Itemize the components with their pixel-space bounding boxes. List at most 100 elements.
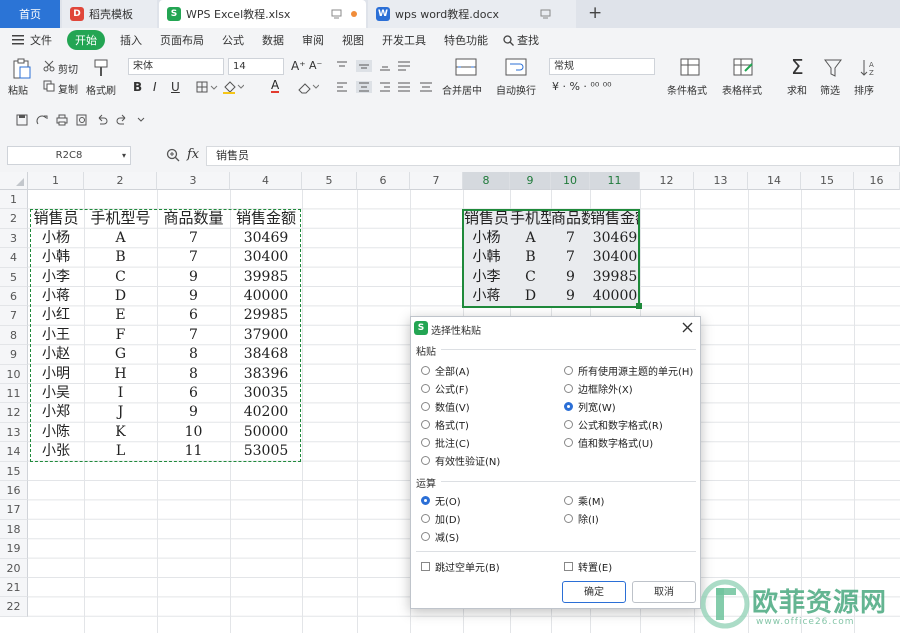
underline-button[interactable]: U (171, 80, 180, 94)
font-family-select[interactable]: 宋体 (128, 58, 224, 75)
table-style-icon[interactable] (733, 58, 753, 78)
name-box[interactable]: R2C8 ▾ (7, 146, 131, 165)
window-icon[interactable] (540, 9, 551, 19)
currency-format-button[interactable]: ¥ · % · ⁰⁰ ⁰⁰ (552, 80, 612, 93)
sort-button[interactable]: 排序 (854, 82, 874, 97)
column-header[interactable]: 1 (28, 172, 84, 190)
radio-option[interactable]: 值和数字格式(U) (564, 435, 653, 450)
filter-icon[interactable] (824, 59, 842, 77)
window-icon[interactable] (331, 9, 342, 19)
tab-excel-file[interactable]: S WPS Excel教程.xlsx (159, 0, 366, 28)
menu-search[interactable]: 查找 (514, 32, 548, 48)
column-header[interactable]: 2 (84, 172, 157, 190)
cut-button[interactable]: 剪切 (58, 61, 78, 76)
wrap-text-icon[interactable] (505, 58, 527, 78)
radio-option[interactable]: 公式(F) (421, 381, 469, 396)
table-style-button[interactable]: 表格样式 (722, 82, 762, 97)
skip-blanks-checkbox[interactable]: 跳过空单元(B) (421, 559, 500, 574)
sum-icon[interactable]: Σ (791, 55, 804, 79)
save-icon[interactable] (16, 114, 28, 126)
radio-option[interactable]: 乘(M) (564, 493, 604, 508)
column-header[interactable]: 10 (551, 172, 590, 190)
sum-button[interactable]: 求和 (787, 82, 807, 97)
row-header[interactable]: 21 (0, 578, 28, 598)
tab-home[interactable]: 首页 (0, 0, 60, 28)
row-header[interactable]: 1 (0, 190, 28, 210)
eraser-icon[interactable] (297, 80, 319, 94)
fill-handle[interactable] (636, 303, 642, 309)
number-format-select[interactable]: 常规 (549, 58, 655, 75)
row-header[interactable]: 4 (0, 248, 28, 268)
row-header[interactable]: 5 (0, 267, 28, 287)
row-header[interactable]: 14 (0, 442, 28, 462)
column-header[interactable]: 14 (748, 172, 801, 190)
print-preview-icon[interactable] (76, 114, 88, 126)
radio-option[interactable]: 批注(C) (421, 435, 470, 450)
menu-formulas[interactable]: 公式 (213, 32, 253, 48)
column-header[interactable]: 11 (590, 172, 640, 190)
font-shrink-button[interactable]: A⁻ (309, 59, 322, 72)
tab-template[interactable]: D 稻壳模板 (62, 0, 157, 28)
font-color-button[interactable]: A (271, 79, 280, 93)
row-header[interactable]: 11 (0, 384, 28, 404)
menu-features[interactable]: 特色功能 (435, 32, 497, 48)
format-painter-icon[interactable] (92, 58, 110, 78)
paste-button[interactable]: 粘贴 (8, 82, 28, 97)
conditional-format-button[interactable]: 条件格式 (667, 82, 707, 97)
column-header[interactable]: 4 (230, 172, 302, 190)
merge-center-button[interactable]: 合并居中 (442, 82, 482, 97)
radio-option[interactable]: 格式(T) (421, 417, 469, 432)
wrap-text-button[interactable]: 自动换行 (496, 82, 536, 97)
select-all-corner[interactable] (0, 172, 28, 190)
radio-option[interactable]: 除(I) (564, 511, 599, 526)
new-tab-button[interactable]: + (588, 3, 602, 23)
radio-option[interactable]: 所有使用源主题的单元(H) (564, 363, 693, 378)
column-header[interactable]: 8 (463, 172, 510, 190)
radio-option[interactable]: 列宽(W) (564, 399, 616, 414)
menu-review[interactable]: 审阅 (293, 32, 333, 48)
radio-option[interactable]: 加(D) (421, 511, 461, 526)
column-header[interactable]: 15 (801, 172, 854, 190)
row-header[interactable]: 15 (0, 461, 28, 481)
paste-icon[interactable] (12, 58, 32, 80)
row-header[interactable]: 13 (0, 422, 28, 443)
row-header[interactable]: 10 (0, 364, 28, 384)
menu-view[interactable]: 视图 (333, 32, 373, 48)
menu-insert[interactable]: 插入 (111, 32, 151, 48)
radio-option[interactable]: 公式和数字格式(R) (564, 417, 663, 432)
row-header[interactable]: 12 (0, 403, 28, 423)
row-header[interactable]: 18 (0, 519, 28, 540)
row-header[interactable]: 3 (0, 228, 28, 249)
close-icon[interactable] (682, 322, 693, 333)
menu-home[interactable]: 开始 (67, 30, 105, 50)
menu-page-layout[interactable]: 页面布局 (151, 32, 213, 48)
merge-center-icon[interactable] (455, 58, 477, 78)
vertical-align-icons[interactable] (336, 60, 412, 72)
copy-button[interactable]: 复制 (58, 81, 78, 96)
menu-developer[interactable]: 开发工具 (373, 32, 435, 48)
italic-button[interactable]: I (153, 80, 157, 94)
formula-input[interactable]: 销售员 (206, 146, 900, 166)
function-button[interactable]: fx (187, 147, 199, 162)
row-header[interactable]: 2 (0, 209, 28, 229)
row-header[interactable]: 7 (0, 306, 28, 326)
fill-color-icon[interactable] (222, 80, 244, 94)
row-header[interactable]: 22 (0, 597, 28, 617)
radio-option[interactable]: 边框除外(X) (564, 381, 633, 396)
font-size-select[interactable]: 14 (228, 58, 284, 75)
cancel-button[interactable]: 取消 (632, 581, 696, 603)
row-header[interactable]: 9 (0, 345, 28, 365)
column-header[interactable]: 12 (640, 172, 694, 190)
column-header[interactable]: 13 (694, 172, 748, 190)
redo-icon[interactable] (116, 114, 128, 126)
column-header[interactable]: 3 (157, 172, 230, 190)
filter-button[interactable]: 筛选 (820, 82, 840, 97)
column-header[interactable]: 16 (854, 172, 900, 190)
radio-option[interactable]: 数值(V) (421, 399, 470, 414)
print-icon[interactable] (56, 114, 68, 126)
radio-option[interactable]: 减(S) (421, 529, 459, 544)
row-header[interactable]: 17 (0, 500, 28, 520)
column-header[interactable]: 7 (410, 172, 463, 190)
menu-data[interactable]: 数据 (253, 32, 293, 48)
hamburger-icon[interactable] (12, 35, 24, 45)
